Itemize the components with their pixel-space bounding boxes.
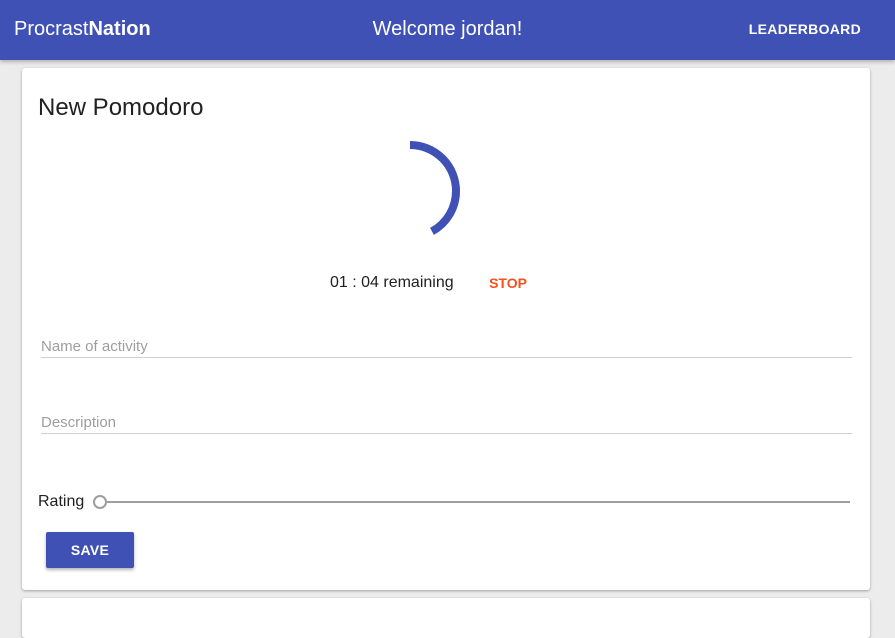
description-field	[41, 393, 852, 434]
progress-arc	[360, 141, 460, 241]
rating-slider-track[interactable]	[99, 501, 850, 503]
stop-button[interactable]: STOP	[482, 268, 534, 298]
rating-slider-thumb[interactable]	[93, 495, 107, 509]
card-title: New Pomodoro	[38, 94, 204, 121]
leaderboard-button[interactable]: LEADERBOARD	[735, 14, 875, 44]
app-bar: ProcrastNation Welcome jordan! LEADERBOA…	[0, 0, 895, 60]
time-remaining: 01 : 04 remaining	[330, 274, 454, 291]
pomodoro-card: New Pomodoro 01 : 04 remaining STOP Rati…	[22, 68, 870, 590]
save-button[interactable]: SAVE	[46, 532, 134, 568]
second-card	[22, 598, 870, 638]
activity-name-input[interactable]	[41, 338, 852, 355]
description-input[interactable]	[41, 414, 852, 431]
progress-spinner	[360, 141, 460, 241]
activity-name-field	[41, 317, 852, 358]
rating-label: Rating	[38, 493, 85, 510]
